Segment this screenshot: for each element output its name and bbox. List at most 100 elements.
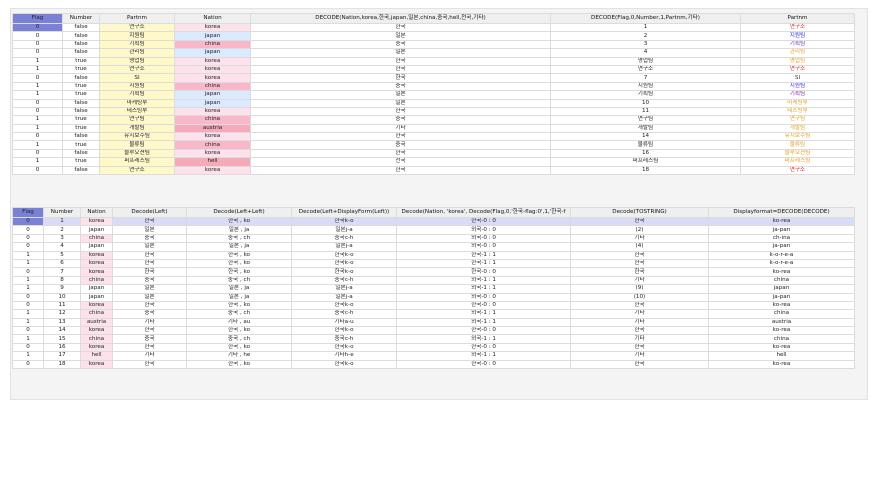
grid1-cell[interactable]: 1 bbox=[550, 22, 741, 33]
grid2-cell[interactable]: 0 bbox=[12, 233, 44, 244]
grid1-cell[interactable]: 11 bbox=[550, 106, 741, 117]
grid2-cell[interactable]: austria bbox=[80, 317, 113, 328]
grid2-col-decode-left-left[interactable]: Decode(Left+Left) bbox=[186, 207, 292, 218]
grid2-cell[interactable]: 외국-0 : 0 bbox=[396, 225, 571, 235]
grid1-cell[interactable]: true bbox=[62, 64, 100, 75]
grid2-cell[interactable]: 외국-1 : 1 bbox=[396, 317, 571, 328]
grid2-cell[interactable]: 일본 bbox=[112, 225, 187, 235]
grid1-cell[interactable]: 개발팀 bbox=[550, 123, 741, 134]
grid1-cell[interactable]: false bbox=[62, 73, 100, 83]
grid1-cell[interactable]: 영업팀 bbox=[550, 56, 741, 66]
grid2-col-decode-displayform[interactable]: Decode(Left+DisplayForm(Left)) bbox=[291, 207, 397, 218]
grid2-cell[interactable]: 중국 bbox=[112, 233, 187, 244]
grid1-cell[interactable]: SI bbox=[740, 73, 855, 83]
grid1-cell[interactable]: 퍼프레스팀 bbox=[99, 157, 175, 167]
grid2-cell[interactable]: 일본j-a bbox=[291, 242, 397, 252]
table-row[interactable]: 1 6 korea 한국 한국 , ko 한국k-o 한국-1 : 1 한국 k-o-r-e-a bbox=[12, 258, 855, 269]
grid1-cell[interactable]: 퍼프레스팀 bbox=[550, 157, 741, 167]
grid2-cell[interactable]: 10 bbox=[43, 292, 81, 302]
grid2-cell[interactable]: 일본 bbox=[112, 292, 187, 302]
grid1-cell[interactable]: 0 bbox=[12, 22, 63, 33]
grid1-cell[interactable]: 0 bbox=[12, 132, 63, 142]
grid2-cell[interactable]: 일본j-a bbox=[291, 284, 397, 294]
grid1-cell[interactable]: 1 bbox=[12, 81, 63, 92]
grid1-cell[interactable]: 14 bbox=[550, 132, 741, 142]
grid2-cell[interactable]: korea bbox=[80, 250, 113, 260]
grid2-cell[interactable]: 한국k-o bbox=[291, 359, 397, 370]
grid1-cell[interactable]: 7 bbox=[550, 73, 741, 83]
grid2-cell[interactable]: china bbox=[80, 309, 113, 319]
grid2-cell[interactable]: 기타 bbox=[570, 233, 709, 244]
grid1-col-flag[interactable]: Flag bbox=[12, 13, 63, 24]
grid1-cell[interactable]: korea bbox=[174, 148, 251, 159]
grid2-cell[interactable]: 한국 bbox=[570, 342, 709, 353]
table-row[interactable]: 1 5 korea 한국 한국 , ko 한국k-o 한국-1 : 1 한국 k-o-r-e-a bbox=[12, 250, 855, 260]
grid1-cell[interactable]: true bbox=[62, 157, 100, 167]
grid2-cell[interactable]: 5 bbox=[43, 250, 81, 260]
grid2-cell[interactable]: ko-rea bbox=[708, 342, 855, 353]
grid2-cell[interactable]: 2 bbox=[43, 225, 81, 235]
grid1-cell[interactable]: 테스팅부 bbox=[99, 106, 175, 117]
grid2-cell[interactable]: 한국 bbox=[112, 258, 187, 269]
grid1-cell[interactable]: true bbox=[62, 115, 100, 125]
grid2-cell[interactable]: 일본 bbox=[112, 242, 187, 252]
grid2-cell[interactable]: 1 bbox=[12, 334, 44, 344]
grid2-cell[interactable]: 중국 , ch bbox=[186, 233, 292, 244]
grid2-cell[interactable]: china bbox=[708, 309, 855, 319]
grid2-cell[interactable]: 한국-1 : 1 bbox=[396, 258, 571, 269]
grid1-cell[interactable]: japan bbox=[174, 98, 251, 108]
grid2-cell[interactable]: 9 bbox=[43, 284, 81, 294]
grid2-cell[interactable]: japan bbox=[80, 225, 113, 235]
grid1-col-nation[interactable]: Nation bbox=[174, 13, 251, 24]
grid2-cell[interactable]: 외국-1 : 1 bbox=[396, 309, 571, 319]
grid2-cell[interactable]: 기타 , au bbox=[186, 317, 292, 328]
grid2-cell[interactable]: korea bbox=[80, 342, 113, 353]
grid2-cell[interactable]: 한국k-o bbox=[291, 258, 397, 269]
grid2-cell[interactable]: 중국c-h bbox=[291, 275, 397, 286]
grid1-cell[interactable]: 1 bbox=[12, 140, 63, 150]
grid1-cell[interactable]: 개발팀 bbox=[99, 123, 175, 134]
grid2-cell[interactable]: 한국k-o bbox=[291, 326, 397, 336]
grid1-cell[interactable]: true bbox=[62, 90, 100, 100]
grid2-cell[interactable]: k-o-r-e-a bbox=[708, 250, 855, 260]
grid2-cell[interactable]: 중국c-h bbox=[291, 309, 397, 319]
table-row[interactable]: 0 false 지원팀 japan 일본 2 지원팀 bbox=[12, 31, 855, 41]
table-row[interactable]: 0 18 korea 한국 한국 , ko 한국k-o 한국-0 : 0 한국 ko-rea bbox=[12, 359, 855, 370]
grid1-cell[interactable]: false bbox=[62, 132, 100, 142]
grid1-cell[interactable]: 연구팀 bbox=[550, 115, 741, 125]
grid2-cell[interactable]: 한국 , ko bbox=[186, 359, 292, 370]
grid2-cell[interactable]: hell bbox=[80, 351, 113, 361]
table-row[interactable]: 0 1 korea 한국 한국 , ko 한국k-o 한국-0 : 0 한국 ko-rea bbox=[12, 216, 855, 227]
grid1-cell[interactable]: korea bbox=[174, 22, 251, 33]
grid2-cell[interactable]: 한국 , ko bbox=[186, 326, 292, 336]
grid2-cell[interactable]: 일본 , ja bbox=[186, 292, 292, 302]
grid1-cell[interactable]: true bbox=[62, 123, 100, 134]
grid2-cell[interactable]: 외국-1 : 1 bbox=[396, 351, 571, 361]
grid2-cell[interactable]: 한국k-o bbox=[291, 342, 397, 353]
grid2-cell[interactable]: 한국 bbox=[112, 216, 187, 227]
grid1-cell[interactable]: 지원팀 bbox=[550, 81, 741, 92]
grid2-cell[interactable]: 한국-0 : 0 bbox=[396, 342, 571, 353]
grid2-cell[interactable]: 4 bbox=[43, 242, 81, 252]
grid1-cell[interactable]: 3 bbox=[550, 39, 741, 50]
table-row[interactable]: 1 12 china 중국 중국 , ch 중국c-h 외국-1 : 1 기타 china bbox=[12, 309, 855, 319]
grid2-cell[interactable]: 1 bbox=[12, 317, 44, 328]
grid2-cell[interactable]: korea bbox=[80, 258, 113, 269]
table-row[interactable]: 0 false 연구소 korea 한국 18 연구소 bbox=[12, 165, 855, 176]
grid1-cell[interactable]: 개발팀 bbox=[740, 123, 855, 134]
grid1-cell[interactable]: 일본 bbox=[250, 98, 551, 108]
grid1-cell[interactable]: china bbox=[174, 39, 251, 50]
grid1-cell[interactable]: 중국 bbox=[250, 39, 551, 50]
table-row[interactable]: 0 7 korea 한국 한국 , ko 한국k-o 한국-0 : 0 한국 ko-rea bbox=[12, 267, 855, 277]
grid1-cell[interactable]: false bbox=[62, 48, 100, 58]
grid1-cell[interactable]: false bbox=[62, 39, 100, 50]
grid1-cell[interactable]: 1 bbox=[12, 157, 63, 167]
grid2-cell[interactable]: 기타 bbox=[112, 317, 187, 328]
grid1-cell[interactable]: 연구소 bbox=[740, 165, 855, 176]
grid2-cell[interactable]: 1 bbox=[43, 216, 81, 227]
grid2-cell[interactable]: 일본 , ja bbox=[186, 284, 292, 294]
grid2-cell[interactable]: 1 bbox=[12, 250, 44, 260]
grid1-cell[interactable]: 연구팀 bbox=[740, 115, 855, 125]
grid2-cell[interactable]: 한국 bbox=[570, 326, 709, 336]
grid2-cell[interactable]: 일본 , ja bbox=[186, 242, 292, 252]
